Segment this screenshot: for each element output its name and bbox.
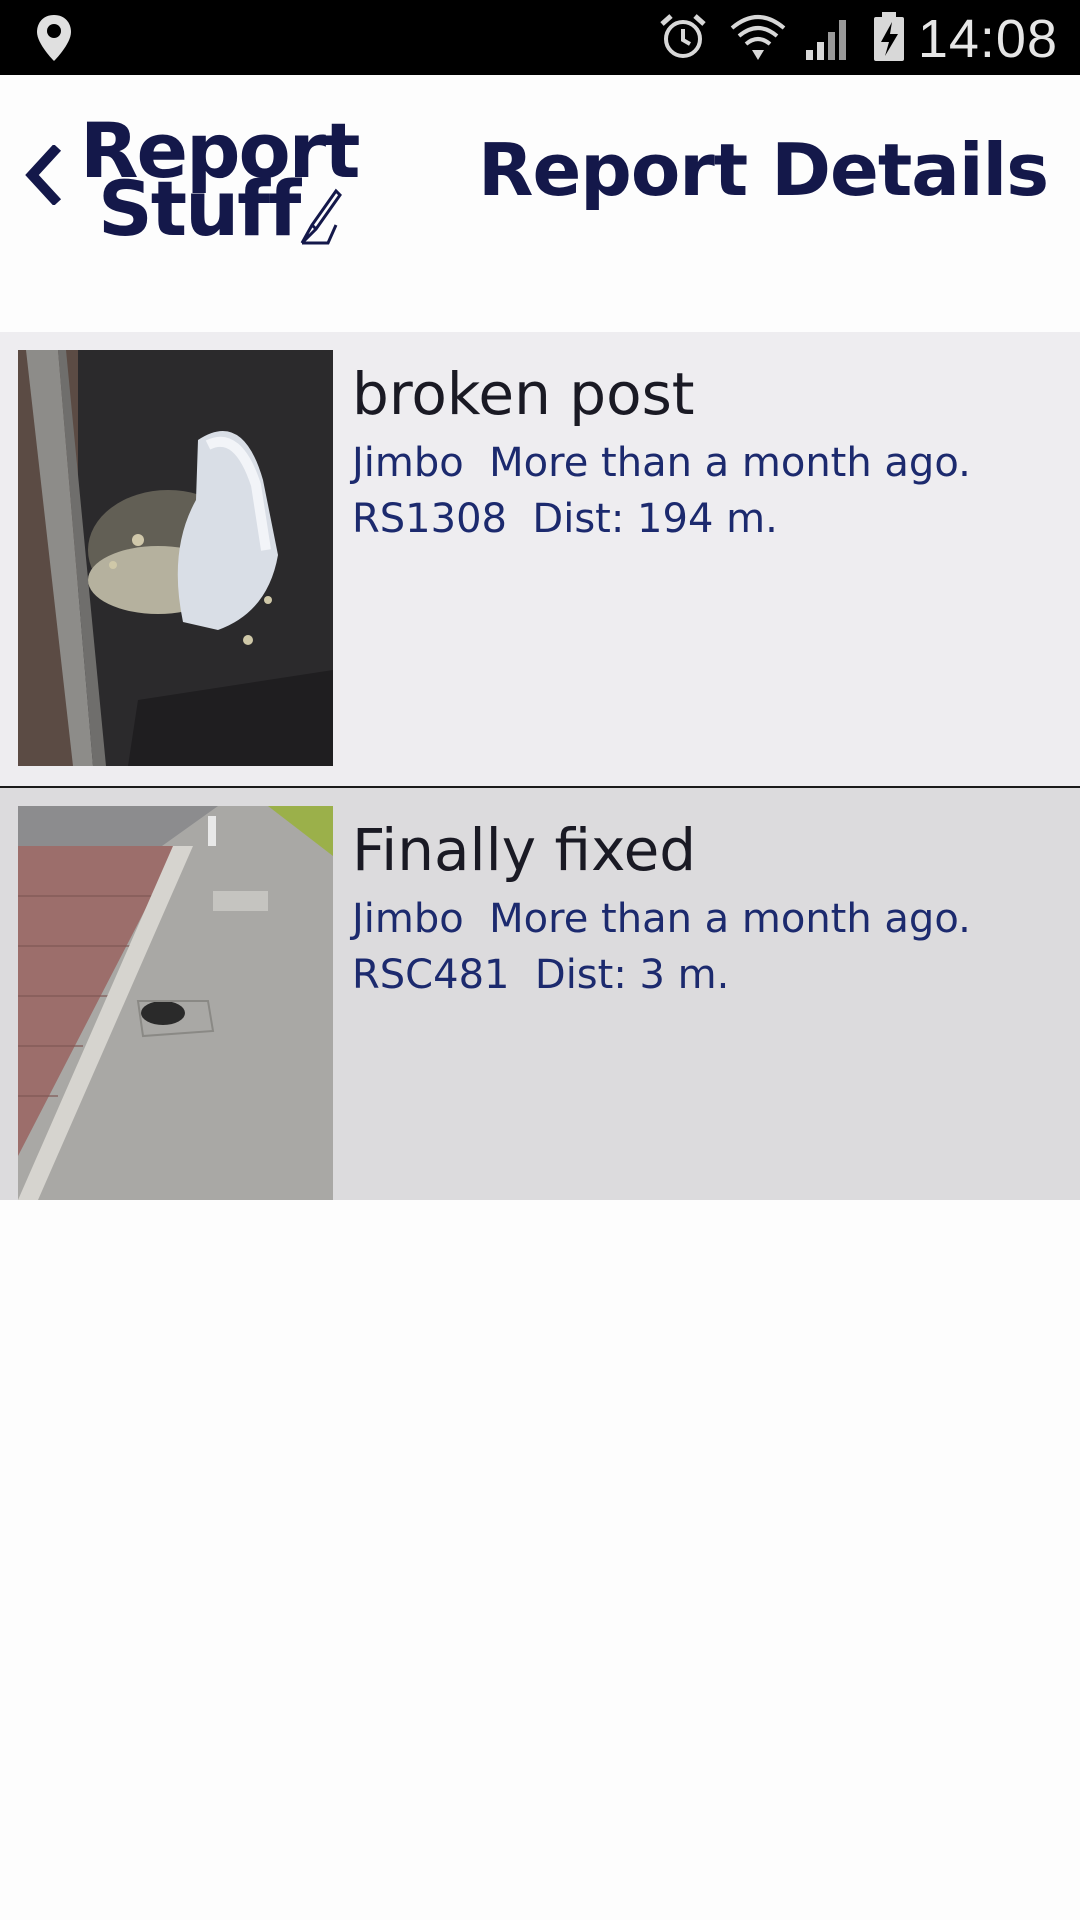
report-author-time: Jimbo More than a month ago.: [352, 896, 971, 942]
location-icon: [37, 15, 71, 61]
page-title: Report Details: [478, 128, 1049, 212]
broken-post-photo: [18, 350, 333, 766]
battery-charging-icon: [874, 12, 904, 61]
status-time: 14:08: [917, 9, 1058, 69]
wifi-icon: [730, 15, 786, 60]
report-author-time: Jimbo More than a month ago.: [352, 440, 971, 486]
fixed-pavement-photo: [18, 806, 333, 1200]
list-item[interactable]: Finally fixed Jimbo More than a month ag…: [0, 788, 1080, 1200]
report-list: broken post Jimbo More than a month ago.…: [0, 332, 1080, 1200]
report-title: Finally fixed: [352, 816, 697, 884]
list-item[interactable]: broken post Jimbo More than a month ago.…: [0, 332, 1080, 788]
logo-text-line2: Stuff: [98, 164, 301, 253]
chevron-left-icon: [25, 145, 62, 205]
report-ref-distance: RS1308 Dist: 194 m.: [352, 496, 778, 542]
alarm-icon: [660, 14, 706, 58]
status-bar: 14:08: [0, 0, 1080, 75]
signal-icon: [806, 20, 846, 60]
back-button[interactable]: Report Stuff: [14, 105, 360, 253]
report-ref-distance: RSC481 Dist: 3 m.: [352, 952, 730, 998]
report-title: broken post: [352, 360, 695, 428]
pencil-note-icon: [300, 188, 342, 245]
